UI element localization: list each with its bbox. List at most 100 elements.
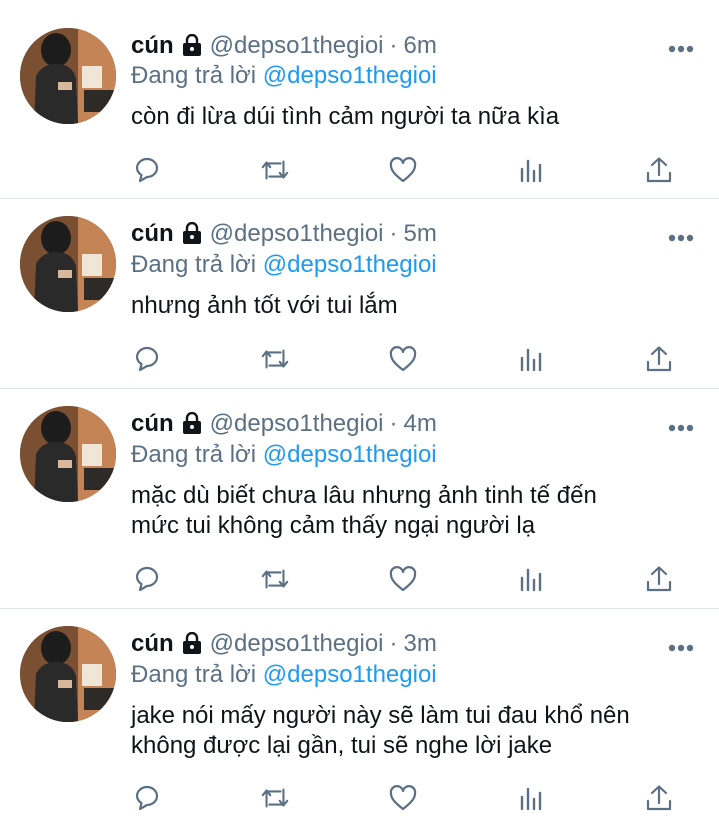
like-button[interactable] <box>387 782 419 814</box>
reply-context: Đang trả lời @depso1thegioi <box>131 250 437 280</box>
retweet-icon <box>261 788 289 808</box>
tweet[interactable]: cún @depso1thegioi · 5m Đang trả lời @depso… <box>0 199 719 389</box>
like-icon <box>389 566 417 592</box>
reply-mention-link[interactable]: @depso1thegioi <box>263 251 437 278</box>
tweet-text: mặc dù biết chưa lâu nhưng ảnh tinh tế đ… <box>131 482 597 539</box>
reply-context: Đang trả lời @depso1thegioi <box>131 660 437 690</box>
separator: · <box>389 410 398 437</box>
reply-icon <box>135 566 159 592</box>
analytics-icon <box>520 787 542 811</box>
avatar[interactable] <box>20 406 116 502</box>
like-button[interactable] <box>387 563 419 595</box>
action-bar <box>131 154 691 186</box>
avatar-image <box>20 28 116 124</box>
tweet-text: còn đi lừa dúi tình cảm người ta nữa kìa <box>131 103 560 130</box>
analytics-button[interactable] <box>515 154 547 186</box>
lock-icon <box>180 33 204 64</box>
retweet-button[interactable] <box>259 782 291 814</box>
lock-icon <box>180 221 204 252</box>
analytics-button[interactable] <box>515 782 547 814</box>
reply-mention-link[interactable]: @depso1thegioi <box>263 62 437 89</box>
avatar-image <box>20 216 116 312</box>
reply-button[interactable] <box>131 782 163 814</box>
share-button[interactable] <box>643 343 675 375</box>
reply-prefix: Đang trả lời <box>131 661 257 688</box>
tweet-header: cún @depso1thegioi · 5m <box>131 219 437 252</box>
share-icon <box>646 346 672 372</box>
lock-icon <box>180 411 204 442</box>
share-button[interactable] <box>643 563 675 595</box>
reply-prefix: Đang trả lời <box>131 251 257 278</box>
reply-button[interactable] <box>131 343 163 375</box>
display-name[interactable]: cún <box>131 630 174 657</box>
reply-icon <box>135 346 159 372</box>
reply-mention-link[interactable]: @depso1thegioi <box>263 661 437 688</box>
user-handle[interactable]: @depso1thegioi <box>210 410 384 437</box>
reply-icon <box>135 157 159 183</box>
share-icon <box>646 157 672 183</box>
avatar[interactable] <box>20 626 116 722</box>
more-icon[interactable] <box>668 419 694 432</box>
tweet-text: nhưng ảnh tốt với tui lắm <box>131 292 398 319</box>
share-button[interactable] <box>643 154 675 186</box>
retweet-icon <box>261 569 289 589</box>
action-bar <box>131 782 691 814</box>
reply-mention-link[interactable]: @depso1thegioi <box>263 441 437 468</box>
user-handle[interactable]: @depso1thegioi <box>210 32 384 59</box>
analytics-icon <box>520 348 542 372</box>
like-button[interactable] <box>387 154 419 186</box>
tweet-text: jake nói mấy người này sẽ làm tui đau kh… <box>131 702 630 759</box>
retweet-icon <box>261 349 289 369</box>
share-icon <box>646 566 672 592</box>
like-icon <box>389 346 417 372</box>
share-icon <box>646 785 672 811</box>
timestamp[interactable]: 5m <box>404 220 437 247</box>
tweet-header: cún @depso1thegioi · 6m <box>131 31 437 64</box>
tweet[interactable]: cún @depso1thegioi · 4m Đang trả lời @depso… <box>0 389 719 609</box>
more-icon[interactable] <box>668 639 694 652</box>
reply-prefix: Đang trả lời <box>131 441 257 468</box>
timestamp[interactable]: 6m <box>404 32 437 59</box>
analytics-icon <box>520 159 542 183</box>
reply-prefix: Đang trả lời <box>131 62 257 89</box>
avatar[interactable] <box>20 28 116 124</box>
retweet-icon <box>261 160 289 180</box>
tweet-header: cún @depso1thegioi · 4m <box>131 409 437 442</box>
retweet-button[interactable] <box>259 563 291 595</box>
display-name[interactable]: cún <box>131 32 174 59</box>
avatar[interactable] <box>20 216 116 312</box>
analytics-button[interactable] <box>515 343 547 375</box>
timestamp[interactable]: 4m <box>404 410 437 437</box>
retweet-button[interactable] <box>259 154 291 186</box>
separator: · <box>389 32 398 59</box>
tweet[interactable]: cún @depso1thegioi · 6m Đang trả lời @depso… <box>0 0 719 199</box>
like-icon <box>389 785 417 811</box>
reply-context: Đang trả lời @depso1thegioi <box>131 440 437 470</box>
reply-button[interactable] <box>131 154 163 186</box>
more-icon[interactable] <box>668 40 694 53</box>
analytics-button[interactable] <box>515 563 547 595</box>
avatar-image <box>20 406 116 502</box>
display-name[interactable]: cún <box>131 410 174 437</box>
action-bar <box>131 563 691 595</box>
separator: · <box>389 220 398 247</box>
timestamp[interactable]: 3m <box>404 630 437 657</box>
more-icon[interactable] <box>668 229 694 242</box>
user-handle[interactable]: @depso1thegioi <box>210 220 384 247</box>
reply-button[interactable] <box>131 563 163 595</box>
separator: · <box>389 630 398 657</box>
reply-context: Đang trả lời @depso1thegioi <box>131 61 437 91</box>
lock-icon <box>180 631 204 662</box>
avatar-image <box>20 626 116 722</box>
retweet-button[interactable] <box>259 343 291 375</box>
action-bar <box>131 343 691 375</box>
like-button[interactable] <box>387 343 419 375</box>
user-handle[interactable]: @depso1thegioi <box>210 630 384 657</box>
share-button[interactable] <box>643 782 675 814</box>
tweet-header: cún @depso1thegioi · 3m <box>131 629 437 662</box>
reply-icon <box>135 785 159 811</box>
display-name[interactable]: cún <box>131 220 174 247</box>
analytics-icon <box>520 568 542 592</box>
tweet[interactable]: cún @depso1thegioi · 3m Đang trả lời @depso… <box>0 609 719 828</box>
like-icon <box>389 157 417 183</box>
